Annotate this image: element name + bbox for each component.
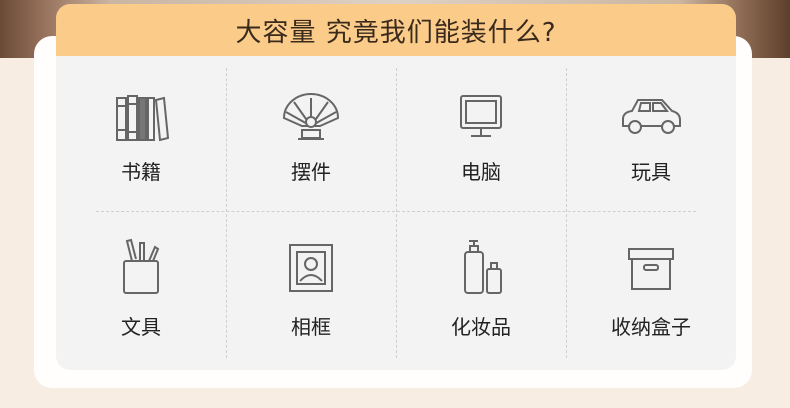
grid-item-ornament: 摆件	[226, 56, 396, 206]
banner-title: 大容量 究竟我们能装什么?	[235, 17, 557, 48]
item-label: 玩具	[631, 160, 671, 184]
cosmetics-bottles-icon	[464, 240, 502, 294]
item-label: 化妆品	[451, 315, 511, 339]
photo-frame-icon	[289, 244, 333, 292]
books-icon	[116, 95, 169, 142]
toy-car-icon	[622, 99, 681, 134]
grid-item-storage-box: 收纳盒子	[566, 201, 736, 351]
item-label: 书籍	[121, 160, 161, 184]
item-label: 摆件	[291, 160, 331, 184]
grid-item-stationery: 文具	[56, 201, 226, 351]
grid-item-cosmetics: 化妆品	[396, 201, 566, 351]
grid-item-books: 书籍	[56, 56, 226, 206]
item-label: 相框	[291, 315, 331, 339]
monitor-icon	[460, 95, 502, 137]
grid-item-frame: 相框	[226, 201, 396, 351]
fan-ornament-icon	[282, 93, 340, 140]
item-label: 文具	[121, 315, 161, 339]
item-label: 电脑	[461, 160, 501, 184]
storage-box-icon	[628, 248, 674, 290]
grid-item-toys: 玩具	[566, 56, 736, 206]
item-label: 收纳盒子	[611, 315, 691, 339]
grid-item-computer: 电脑	[396, 56, 566, 206]
pen-holder-icon	[123, 238, 160, 294]
title-banner: 大容量 究竟我们能装什么?	[56, 4, 736, 56]
items-grid: 书籍 摆件 电脑 玩具 文具 相框 化妆品 收纳盒子	[56, 56, 736, 370]
